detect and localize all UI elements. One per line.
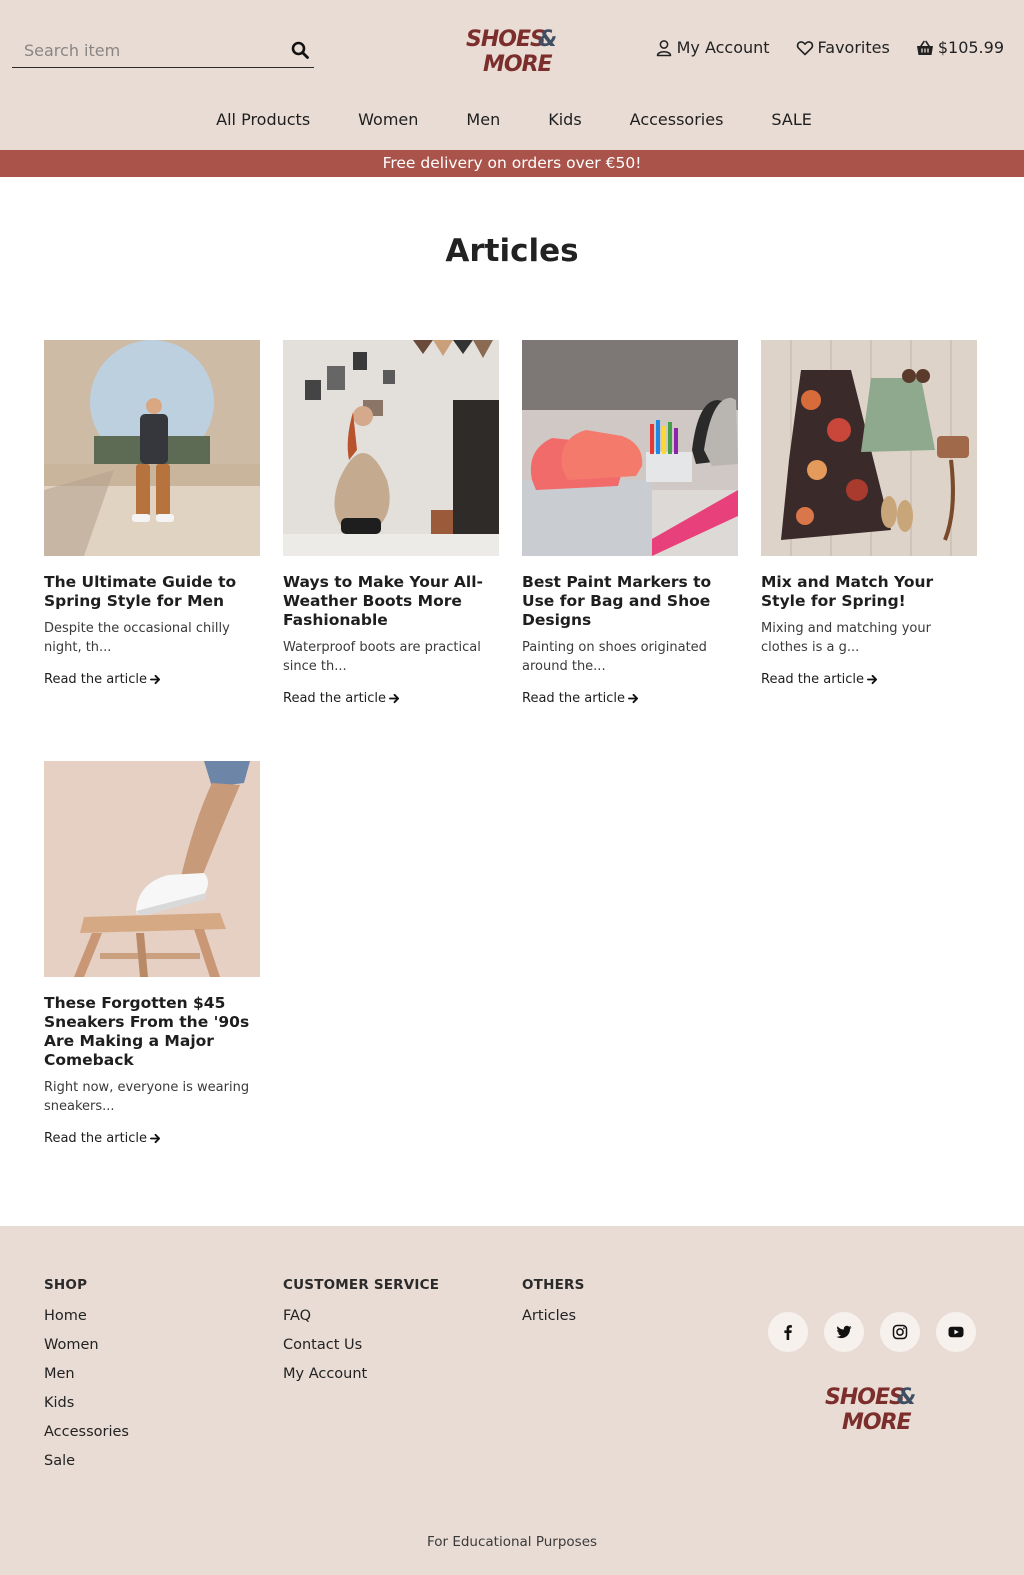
favorites-link[interactable]: Favorites (796, 38, 890, 57)
social-links (768, 1312, 976, 1352)
footer-link-accessories[interactable]: Accessories (44, 1418, 129, 1447)
article-title[interactable]: Ways to Make Your All-Weather Boots More… (283, 573, 499, 630)
search-input[interactable] (12, 34, 272, 66)
nav-kids[interactable]: Kids (548, 110, 581, 129)
logo-line2: MORE (483, 52, 553, 76)
basket-icon (916, 40, 933, 55)
footer-service-column: CUSTOMER SERVICE FAQ Contact Us My Accou… (283, 1277, 439, 1389)
article-excerpt: Mixing and matching your clothes is a g.… (761, 621, 931, 655)
nav-all-products[interactable]: All Products (216, 110, 310, 129)
read-article-link[interactable]: Read the article (522, 691, 639, 706)
article-card[interactable]: Mix and Match Your Style for Spring! Mix… (761, 340, 977, 687)
read-article-link[interactable]: Read the article (283, 691, 400, 706)
footer-logo-amp: & (897, 1385, 915, 1410)
article-card[interactable]: Ways to Make Your All-Weather Boots More… (283, 340, 499, 706)
footer-link-men[interactable]: Men (44, 1360, 129, 1389)
read-article-link[interactable]: Read the article (44, 672, 161, 687)
footer-link-home[interactable]: Home (44, 1302, 129, 1331)
nav-sale[interactable]: SALE (771, 110, 811, 129)
footer-link-sale[interactable]: Sale (44, 1447, 129, 1476)
user-icon (656, 39, 671, 56)
footer-note: For Educational Purposes (426, 1534, 598, 1550)
twitter-icon[interactable] (824, 1312, 864, 1352)
search-icon[interactable] (290, 40, 310, 60)
logo-amp: & (538, 27, 556, 52)
read-article-label: Read the article (44, 672, 148, 687)
arrow-right-icon (150, 1133, 161, 1144)
instagram-icon[interactable] (880, 1312, 920, 1352)
nav-accessories[interactable]: Accessories (630, 110, 724, 129)
page-title: Articles (445, 233, 579, 269)
footer-link-kids[interactable]: Kids (44, 1389, 129, 1418)
article-excerpt: Painting on shoes originated around the.… (522, 640, 707, 674)
footer-shop-column: SHOP Home Women Men Kids Accessories Sal… (44, 1277, 129, 1476)
read-article-label: Read the article (522, 691, 626, 706)
arrow-right-icon (150, 674, 161, 685)
footer-logo-line2: MORE (842, 1410, 912, 1434)
article-image[interactable] (761, 340, 977, 556)
footer-logo[interactable]: SHOES & MORE (823, 1382, 919, 1434)
read-article-label: Read the article (761, 672, 865, 687)
article-image[interactable] (44, 340, 260, 556)
footer-link-women[interactable]: Women (44, 1331, 129, 1360)
article-excerpt: Despite the occasional chilly night, th.… (44, 621, 230, 655)
article-title[interactable]: The Ultimate Guide to Spring Style for M… (44, 573, 260, 611)
my-account-link[interactable]: My Account (655, 38, 770, 57)
read-article-link[interactable]: Read the article (44, 1131, 161, 1146)
article-image[interactable] (283, 340, 499, 556)
heart-icon (796, 40, 813, 55)
cart-link[interactable]: $105.99 (916, 38, 1004, 57)
site-logo[interactable]: SHOES & MORE (464, 24, 560, 76)
cart-total: $105.99 (937, 38, 1004, 57)
read-article-link[interactable]: Read the article (761, 672, 878, 687)
promo-banner: Free delivery on orders over €50! (0, 150, 1024, 177)
site-header: SHOES & MORE My Account Favorites $105.9… (0, 0, 1024, 150)
youtube-icon[interactable] (936, 1312, 976, 1352)
arrow-right-icon (389, 693, 400, 704)
arrow-right-icon (867, 674, 878, 685)
main-nav: All Products Women Men Kids Accessories … (0, 110, 1024, 129)
footer-logo-line1: SHOES (825, 1385, 904, 1410)
article-title[interactable]: Best Paint Markers to Use for Bag and Sh… (522, 573, 738, 630)
article-excerpt: Right now, everyone is wearing sneakers.… (44, 1080, 250, 1114)
footer-link-articles[interactable]: Articles (522, 1302, 585, 1331)
footer-service-heading: CUSTOMER SERVICE (283, 1277, 440, 1293)
footer-link-faq[interactable]: FAQ (283, 1302, 439, 1331)
footer-link-my-account[interactable]: My Account (283, 1360, 439, 1389)
article-card[interactable]: These Forgotten $45 Sneakers From the '9… (44, 761, 260, 1146)
article-title[interactable]: Mix and Match Your Style for Spring! (761, 573, 977, 611)
article-title[interactable]: These Forgotten $45 Sneakers From the '9… (44, 994, 260, 1070)
article-image[interactable] (522, 340, 738, 556)
arrow-right-icon (628, 693, 639, 704)
nav-men[interactable]: Men (466, 110, 500, 129)
footer-others-column: OTHERS Articles (522, 1277, 585, 1331)
logo-line1: SHOES (466, 27, 545, 52)
article-image[interactable] (44, 761, 260, 977)
article-card[interactable]: The Ultimate Guide to Spring Style for M… (44, 340, 260, 687)
nav-women[interactable]: Women (358, 110, 418, 129)
utility-nav: My Account Favorites $105.99 (655, 38, 1004, 57)
articles-section: Articles The Ultimate Guide to Spring St… (0, 177, 1024, 1226)
footer-link-contact[interactable]: Contact Us (283, 1331, 439, 1360)
read-article-label: Read the article (44, 1131, 148, 1146)
my-account-label: My Account (676, 38, 770, 57)
favorites-label: Favorites (817, 38, 890, 57)
site-footer: SHOP Home Women Men Kids Accessories Sal… (0, 1226, 1024, 1575)
footer-shop-heading: SHOP (44, 1277, 88, 1293)
article-excerpt: Waterproof boots are practical since th.… (283, 640, 481, 674)
read-article-label: Read the article (283, 691, 387, 706)
facebook-icon[interactable] (768, 1312, 808, 1352)
article-card[interactable]: Best Paint Markers to Use for Bag and Sh… (522, 340, 738, 706)
search-bar (12, 34, 314, 68)
footer-others-heading: OTHERS (522, 1277, 585, 1293)
